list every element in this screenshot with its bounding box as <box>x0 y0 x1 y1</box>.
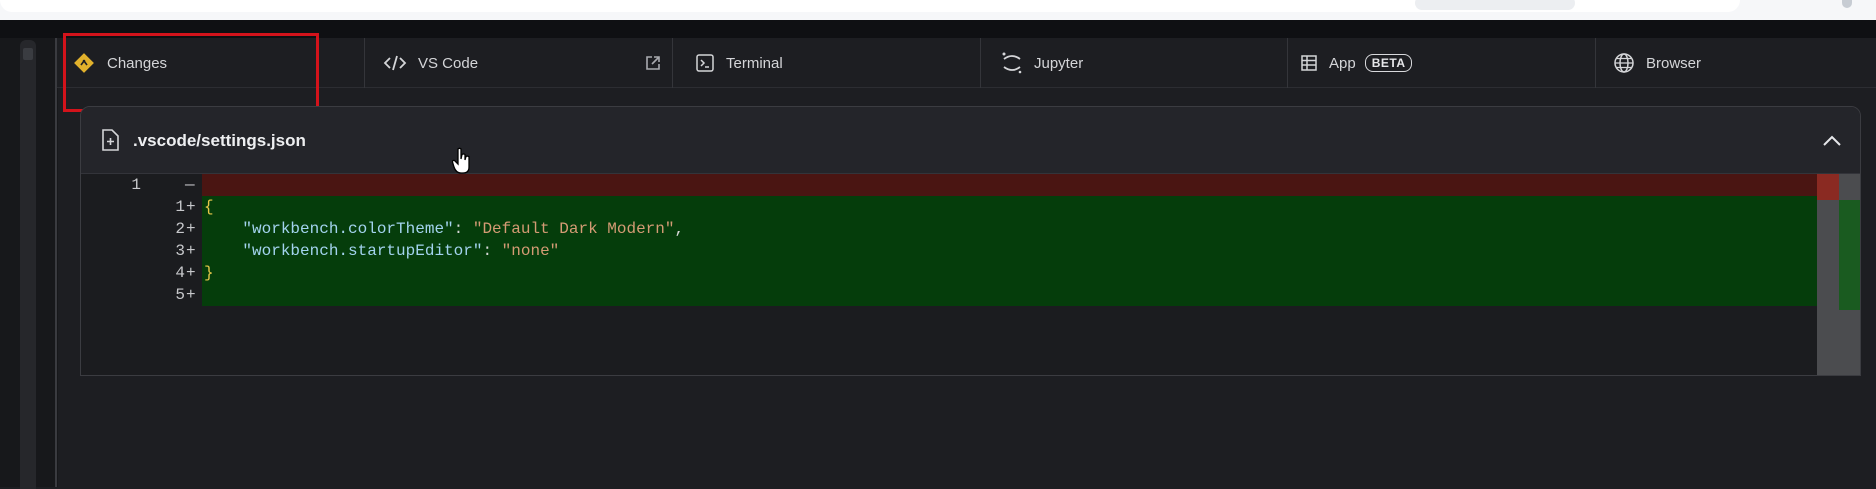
tab-app-label: App <box>1329 54 1356 72</box>
diff-line-added: 5 + <box>81 284 1860 306</box>
new-line-number: 4 <box>175 264 185 282</box>
new-line-number: 1 <box>175 198 185 216</box>
grid-list-icon <box>1300 54 1318 72</box>
code-brackets-icon <box>383 54 407 72</box>
diff-line-added: 2 + "workbench.colorTheme": "Default Dark… <box>81 218 1860 240</box>
diff-line-background <box>202 262 1817 284</box>
diff-line-added: 3 + "workbench.startupEditor": "none" <box>81 240 1860 262</box>
diff-line-added: 4 +} <box>81 262 1860 284</box>
diff-line-deleted: 1— <box>81 174 1860 196</box>
diff-marker: — <box>185 176 195 194</box>
diff-marker: + <box>186 264 196 282</box>
diff-marker: + <box>186 220 196 238</box>
diff-marker: + <box>186 198 196 216</box>
panel-divider[interactable] <box>55 38 57 487</box>
tab-vscode-label: VS Code <box>418 54 479 72</box>
diff-body: 1—1 +{2 + "workbench.colorTheme": "Default… <box>81 174 1860 375</box>
diff-file-name: .vscode/settings.json <box>133 131 306 150</box>
code-token: "none" <box>501 242 560 260</box>
browser-top-strip <box>0 0 1876 20</box>
jupyter-icon <box>1001 51 1023 75</box>
diff-code[interactable]: "workbench.colorTheme": "Default Dark Mo… <box>204 218 684 240</box>
chevron-up-icon[interactable] <box>1820 131 1844 151</box>
new-line-number: 2 <box>175 220 185 238</box>
diff-line-added: 1 + { <box>81 196 1860 218</box>
new-line-number: 3 <box>175 242 185 260</box>
browser-edge-mark <box>1842 0 1852 8</box>
tab-vscode[interactable]: VS Code <box>365 38 673 88</box>
diff-line-background <box>202 284 1817 306</box>
file-plus-icon <box>99 128 121 152</box>
left-rail-scrollbar[interactable] <box>20 40 36 489</box>
diff-overview-scrollbar[interactable] <box>1817 174 1860 375</box>
tab-changes-label: Changes <box>107 54 168 72</box>
terminal-icon <box>695 53 715 73</box>
diff-line-background <box>202 174 1817 196</box>
tab-browser[interactable]: Browser <box>1596 38 1876 88</box>
tab-app[interactable]: App BETA <box>1288 38 1596 88</box>
code-token: { <box>204 198 214 216</box>
git-diamond-icon <box>72 51 96 75</box>
code-token: } <box>204 264 214 282</box>
code-token: : <box>482 242 502 260</box>
beta-badge: BETA <box>1364 54 1413 72</box>
diff-marker: + <box>186 242 196 260</box>
tab-jupyter[interactable]: Jupyter <box>981 38 1288 88</box>
code-token: "workbench.colorTheme" <box>242 220 454 238</box>
diff-code[interactable]: "workbench.startupEditor": "none" <box>204 240 559 262</box>
diff-panel: .vscode/settings.json 1—1 +{2 + "workbench… <box>80 106 1861 376</box>
external-link-icon[interactable] <box>644 54 662 72</box>
overview-deletion-marker <box>1817 174 1839 200</box>
globe-icon <box>1613 52 1635 74</box>
tab-jupyter-label: Jupyter <box>1034 54 1084 72</box>
diff-code[interactable]: } <box>204 262 214 284</box>
code-token: , <box>674 220 685 238</box>
tab-terminal-label: Terminal <box>726 54 783 72</box>
tab-terminal[interactable]: Terminal <box>673 38 981 88</box>
old-line-number: 1 <box>131 176 141 194</box>
browser-toolbar-pill <box>1415 0 1575 10</box>
new-line-number: 5 <box>175 286 185 304</box>
code-token: : <box>453 220 473 238</box>
tab-browser-label: Browser <box>1646 54 1702 72</box>
tab-changes[interactable]: Changes <box>57 38 365 88</box>
overview-addition-marker <box>1839 200 1860 310</box>
top-dark-band <box>0 20 1876 38</box>
code-token: "Default Dark Modern" <box>472 220 675 238</box>
diff-file-header[interactable]: .vscode/settings.json <box>81 107 1860 174</box>
code-token: "workbench.startupEditor" <box>242 242 483 260</box>
diff-code[interactable]: { <box>204 196 214 218</box>
diff-line-background <box>202 196 1817 218</box>
tab-bar: Changes VS Code Terminal Jupyter App BET… <box>57 38 1876 88</box>
diff-marker: + <box>186 286 196 304</box>
left-rail-scroll-thumb[interactable] <box>23 48 33 60</box>
